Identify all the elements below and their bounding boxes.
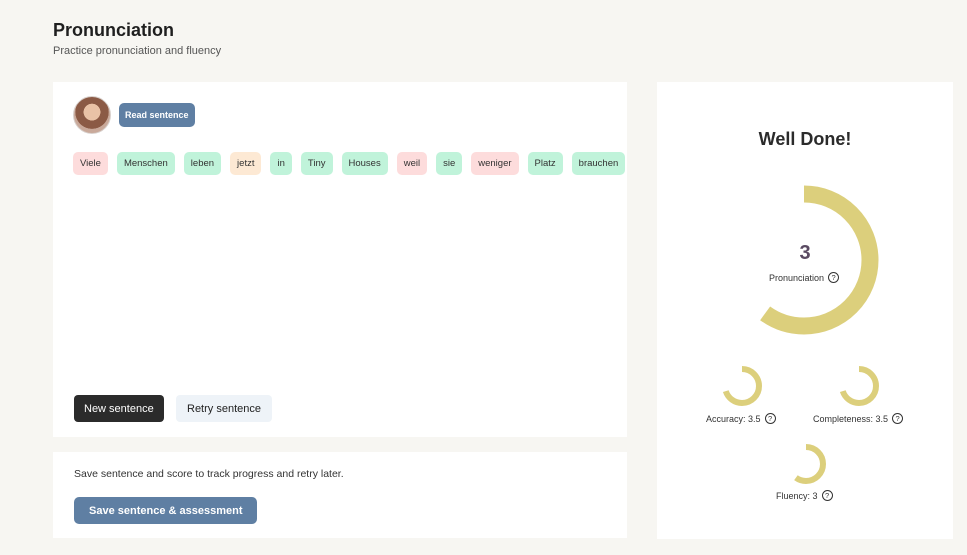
- word-chip[interactable]: Viele: [73, 152, 108, 175]
- word-list: Viele Menschen leben jetzt in Tiny House…: [73, 152, 626, 175]
- pronunciation-label-text: Pronunciation: [769, 272, 825, 283]
- word-chip[interactable]: Houses: [341, 152, 388, 175]
- fluency-label: Fluency: 3 ?: [776, 490, 833, 501]
- completeness-label: Completeness: 3.5 ?: [813, 413, 904, 424]
- word-chip[interactable]: weniger: [471, 152, 519, 175]
- practice-card: Read sentence Viele Menschen leben jetzt…: [53, 82, 627, 437]
- page-subtitle: Practice pronunciation and fluency: [53, 45, 222, 57]
- word-chip[interactable]: jetzt: [230, 152, 262, 175]
- save-assessment-button[interactable]: Save sentence & assessment: [74, 497, 258, 524]
- word-chip[interactable]: sie: [436, 152, 463, 175]
- word-chip[interactable]: Platz: [527, 152, 563, 175]
- save-description: Save sentence and score to track progres…: [74, 468, 344, 480]
- accuracy-label-text: Accuracy: 3.5: [706, 413, 761, 424]
- read-sentence-button[interactable]: Read sentence: [119, 103, 195, 127]
- pronunciation-score: 3: [799, 242, 811, 264]
- completeness-label-text: Completeness: 3.5: [813, 413, 889, 424]
- word-chip[interactable]: Menschen: [116, 152, 175, 175]
- completeness-ring: [839, 366, 879, 406]
- avatar: [73, 96, 111, 134]
- retry-sentence-button[interactable]: Retry sentence: [176, 395, 272, 422]
- word-chip[interactable]: weil: [396, 152, 428, 175]
- accuracy-ring: [722, 366, 762, 406]
- fluency-ring: [786, 444, 826, 484]
- accuracy-label: Accuracy: 3.5 ?: [706, 413, 776, 424]
- help-icon[interactable]: ?: [821, 490, 833, 501]
- word-chip[interactable]: leben: [183, 152, 222, 175]
- help-icon[interactable]: ?: [892, 413, 904, 424]
- page-title: Pronunciation: [53, 20, 174, 40]
- score-heading: Well Done!: [758, 129, 852, 149]
- help-icon[interactable]: ?: [828, 272, 840, 283]
- score-card: Well Done! 3 Pronunciation ? Accuracy: 3…: [657, 82, 953, 539]
- pronunciation-label: Pronunciation ?: [769, 272, 840, 283]
- help-icon[interactable]: ?: [764, 413, 776, 424]
- save-card: Save sentence and score to track progres…: [53, 452, 627, 538]
- new-sentence-button[interactable]: New sentence: [74, 395, 164, 422]
- fluency-label-text: Fluency: 3: [776, 490, 818, 501]
- word-chip[interactable]: brauchen: [571, 152, 626, 175]
- word-chip[interactable]: in: [270, 152, 292, 175]
- word-chip[interactable]: Tiny: [300, 152, 333, 175]
